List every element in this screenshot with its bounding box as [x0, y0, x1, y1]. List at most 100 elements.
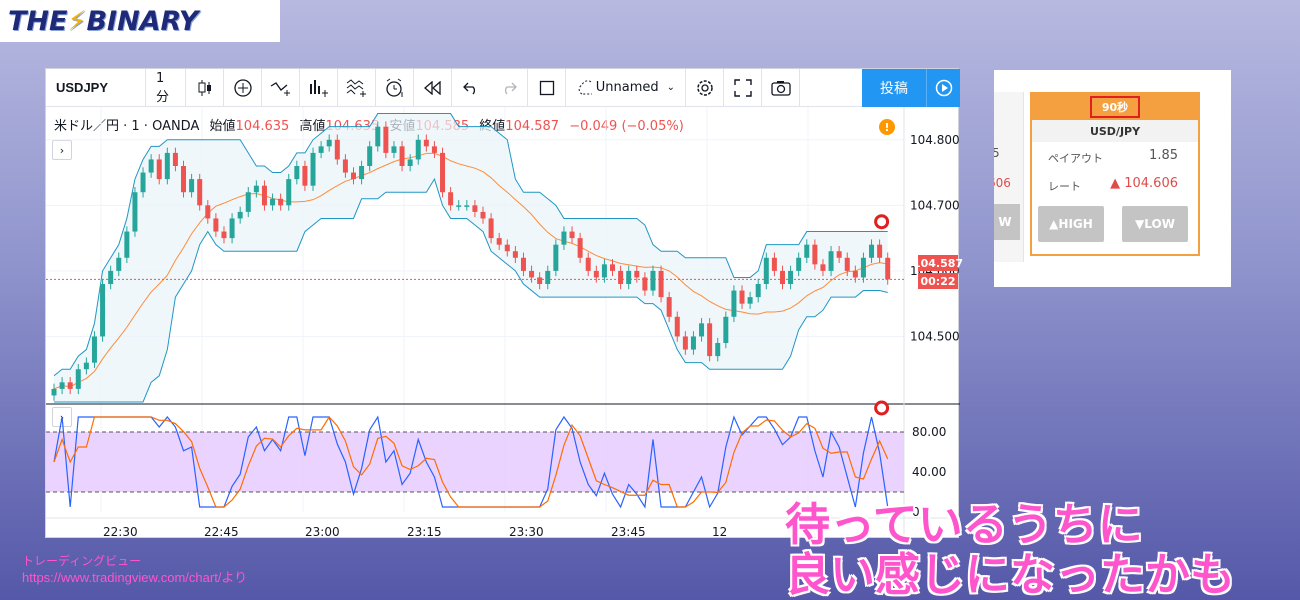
candle-body: [504, 244, 510, 252]
financials-icon[interactable]: [300, 68, 338, 107]
price-axis-label: 104.700: [910, 198, 960, 212]
oscillator-band: [46, 432, 904, 492]
interval-selector[interactable]: 1分: [146, 68, 186, 107]
candle-body: [197, 179, 203, 206]
candle-body: [237, 211, 243, 219]
candle-body: [245, 192, 251, 212]
candle-body: [431, 146, 437, 153]
candle-body: [164, 152, 170, 180]
candle-body: [869, 244, 875, 258]
play-icon[interactable]: [926, 69, 960, 107]
price-axis-label: 104.500: [910, 329, 960, 343]
candle-body: [812, 244, 818, 265]
card-header: 90秒: [1032, 94, 1198, 120]
low-button[interactable]: ▼LOW: [1122, 206, 1188, 242]
candle-body: [172, 152, 178, 166]
candle-body: [796, 257, 802, 271]
candle-body: [448, 192, 454, 206]
candle-body: [278, 198, 284, 206]
time-axis-label: 23:45: [611, 525, 646, 539]
publish-button[interactable]: 投稿: [862, 69, 926, 107]
candle-body: [779, 270, 785, 284]
partial-rate: 606: [994, 176, 1011, 190]
price-chart[interactable]: 104.800104.700104.600104.50080.0040.0002…: [46, 107, 960, 539]
candle-body: [148, 159, 154, 173]
countdown-tag: 00:22: [918, 273, 958, 289]
candle-body: [545, 270, 551, 284]
candle-body: [456, 205, 462, 207]
time-axis-label: 12: [712, 525, 727, 539]
rate-row: レート ▲ 104.606: [1032, 170, 1198, 198]
candle-body: [771, 257, 777, 271]
highlight-marker: [874, 214, 890, 230]
candle-type-icon[interactable]: [186, 68, 224, 107]
candle-body: [100, 284, 106, 337]
candle-body: [707, 323, 713, 357]
candle-body: [83, 362, 89, 370]
candle-body: [658, 270, 664, 298]
candle-body: [763, 257, 769, 284]
candle-body: [205, 205, 211, 219]
candle-body: [739, 290, 745, 304]
candle-body: [699, 323, 705, 337]
alert-clock-icon[interactable]: [376, 68, 414, 107]
candle-body: [342, 159, 348, 173]
trade-widget: 5 606 W 90秒 USD/JPY ペイアウト 1.85 レート ▲ 104…: [994, 70, 1231, 287]
candle-body: [626, 270, 632, 284]
undo-icon[interactable]: [452, 69, 490, 107]
candle-body: [472, 205, 478, 212]
candle-body: [423, 139, 429, 147]
settings-gear-icon[interactable]: [686, 68, 724, 107]
layout-selector[interactable]: Unnamed ⌄: [566, 68, 686, 107]
candle-body: [577, 238, 583, 258]
candle-body: [650, 270, 656, 291]
chevron-down-icon: ⌄: [666, 82, 675, 93]
candle-body: [415, 139, 421, 160]
bolt-icon: ⚡: [67, 5, 87, 37]
replay-icon[interactable]: [414, 68, 452, 107]
compare-add-icon[interactable]: [224, 68, 262, 107]
symbol-search[interactable]: USDJPY: [46, 68, 146, 107]
payout-label: ペイアウト: [1048, 152, 1103, 165]
indicators-icon[interactable]: [262, 68, 300, 107]
time-axis-label: 23:15: [407, 525, 442, 539]
candle-body: [294, 166, 300, 180]
candle-body: [755, 284, 761, 298]
candle-body: [480, 211, 486, 219]
fullscreen-icon[interactable]: [724, 68, 762, 107]
candle-body: [820, 264, 826, 271]
camera-icon[interactable]: [762, 68, 800, 107]
site-logo: THE⚡BINARY: [0, 0, 280, 42]
candle-body: [326, 139, 332, 147]
candle-body: [666, 297, 672, 317]
candle-body: [804, 244, 810, 258]
candle-body: [91, 336, 97, 363]
candle-body: [731, 290, 737, 317]
candle-body: [496, 238, 502, 245]
osc-axis-label: 40.00: [912, 465, 946, 479]
layout-name: Unnamed: [595, 80, 659, 95]
candle-body: [140, 172, 146, 193]
candle-body: [537, 277, 543, 284]
high-button[interactable]: ▲HIGH: [1038, 206, 1104, 242]
logo-text-b: BINARY: [86, 5, 199, 37]
candle-body: [747, 297, 753, 304]
candle-body: [844, 257, 850, 271]
candle-body: [253, 185, 259, 193]
chart-panel: USDJPY 1分 Unnamed ⌄ 投稿 米ドル／円 · 1 · OANDA…: [45, 68, 963, 539]
templates-icon[interactable]: [338, 68, 376, 107]
candle-body: [213, 218, 219, 232]
rate-value: ▲ 104.606: [1110, 176, 1178, 191]
candle-body: [512, 251, 518, 258]
candle-body: [723, 316, 729, 343]
candle-body: [488, 218, 494, 239]
payout-value: 1.85: [1149, 148, 1178, 163]
partial-low-button[interactable]: W: [994, 204, 1020, 240]
fullscreen-toggle-icon[interactable]: [528, 68, 566, 107]
candle-body: [132, 192, 138, 232]
candle-body: [601, 264, 607, 278]
redo-icon[interactable]: [490, 68, 528, 107]
candle-body: [51, 388, 57, 396]
candle-body: [788, 270, 794, 284]
candle-body: [108, 270, 114, 284]
